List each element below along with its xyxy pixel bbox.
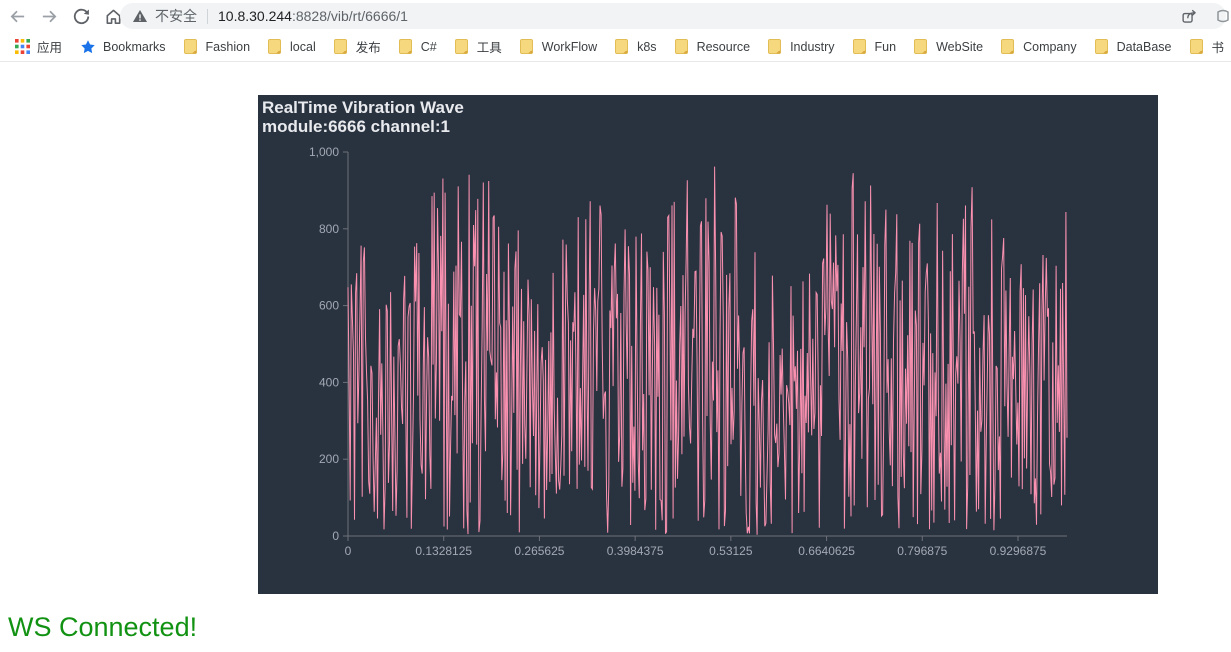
folder-icon xyxy=(398,38,414,55)
not-secure-warning-icon xyxy=(132,10,148,22)
apps-grid-icon xyxy=(15,39,30,54)
url-path: :8828/vib/rt/6666/1 xyxy=(291,8,408,24)
bookmark-folder-工具[interactable]: 工具 xyxy=(446,34,511,59)
bookmark-folder-label: 发布 xyxy=(355,41,381,55)
folder-icon xyxy=(454,38,470,55)
svg-text:200: 200 xyxy=(319,452,339,466)
waveform-line xyxy=(347,166,1068,535)
bookmark-folder-发布[interactable]: 发布 xyxy=(325,34,390,59)
bookmark-folder-Company[interactable]: Company xyxy=(992,36,1086,58)
folder-icon xyxy=(183,38,199,55)
omnibox-divider xyxy=(207,8,208,24)
bookmark-folder-Fashion[interactable]: Fashion xyxy=(175,36,259,58)
folder-icon xyxy=(333,38,349,55)
bookmark-folder-WorkFlow[interactable]: WorkFlow xyxy=(511,36,606,58)
share-button[interactable] xyxy=(1181,8,1198,28)
bookmark-folder-Resource[interactable]: Resource xyxy=(666,36,760,58)
browser-toolbar: 不安全 10.8.30.244:8828/vib/rt/6666/1 xyxy=(0,0,1231,32)
forward-button[interactable] xyxy=(38,5,60,27)
share-icon xyxy=(1182,9,1196,23)
apps-shortcut[interactable]: 应用 xyxy=(6,34,71,59)
bookmark-folder-Fun[interactable]: Fun xyxy=(844,36,906,58)
svg-text:0.53125: 0.53125 xyxy=(709,544,753,558)
folder-icon xyxy=(1001,38,1016,55)
svg-text:0: 0 xyxy=(345,544,352,558)
bookmark-folder-Industry[interactable]: Industry xyxy=(759,36,843,58)
bookmark-folder-k8s[interactable]: k8s xyxy=(606,36,665,58)
svg-text:0.6640625: 0.6640625 xyxy=(798,544,855,558)
bookmarks-bar: 应用 Bookmarks Fashion local 发布 C# 工具 Work… xyxy=(0,32,1231,62)
refresh-button[interactable] xyxy=(70,5,92,27)
back-button[interactable] xyxy=(6,5,28,27)
bookmark-folder-label: Fashion xyxy=(205,39,251,54)
svg-text:600: 600 xyxy=(319,299,339,313)
folder-icon xyxy=(852,38,868,55)
star-icon xyxy=(80,39,96,55)
back-arrow-icon xyxy=(10,10,24,22)
bookmark-label: Bookmarks xyxy=(103,39,166,54)
folder-icon xyxy=(268,38,283,55)
refresh-icon xyxy=(73,8,89,24)
vibration-chart-panel: 0 200 400 600 800 1,000 0 0.1328125 0.265625 0.39… xyxy=(258,95,1158,594)
svg-text:0.265625: 0.265625 xyxy=(514,544,564,558)
svg-text:400: 400 xyxy=(319,375,339,389)
bookmark-folder-label: 工具 xyxy=(476,41,502,55)
svg-text:0.3984375: 0.3984375 xyxy=(607,544,664,558)
bookmark-folder-WebSite[interactable]: WebSite xyxy=(905,36,992,58)
svg-text:0.796875: 0.796875 xyxy=(897,544,947,558)
chart-title: RealTime Vibration Wave xyxy=(262,98,464,117)
bookmark-folder-label: Resource xyxy=(696,39,751,54)
bookmark-item-bookmarks[interactable]: Bookmarks xyxy=(71,36,175,58)
bookmark-folder-label: 书 xyxy=(1211,41,1225,55)
address-bar[interactable]: 不安全 10.8.30.244:8828/vib/rt/6666/1 xyxy=(120,3,1229,29)
bookmark-folder-label: Fun xyxy=(874,39,897,54)
folder-icon xyxy=(519,38,535,55)
apps-label: 应用 xyxy=(37,41,63,55)
vibration-waveform-chart: 0 200 400 600 800 1,000 0 0.1328125 0.265625 0.39… xyxy=(309,145,1068,558)
folder-icon xyxy=(615,38,630,55)
bookmark-folder-label: Industry xyxy=(790,39,835,54)
url-host: 10.8.30.244 xyxy=(218,8,292,24)
bookmark-folder-label: WorkFlow xyxy=(541,39,598,54)
svg-text:800: 800 xyxy=(319,222,339,236)
folder-icon xyxy=(1094,38,1110,55)
svg-text:0: 0 xyxy=(332,529,339,543)
svg-text:1,000: 1,000 xyxy=(309,145,339,159)
svg-text:0.9296875: 0.9296875 xyxy=(990,544,1047,558)
forward-arrow-icon xyxy=(42,10,56,22)
svg-text:0.1328125: 0.1328125 xyxy=(415,544,472,558)
chart-title-block: RealTime Vibration Wave module:6666 chan… xyxy=(262,98,464,136)
bookmark-folder-label: local xyxy=(290,39,316,54)
bookmark-folder-C#[interactable]: C# xyxy=(390,36,446,58)
bookmark-folder-label: k8s xyxy=(637,39,657,54)
folder-icon xyxy=(914,38,929,55)
bookmark-folder-label: Company xyxy=(1023,39,1077,54)
bookmark-folder-DataBase[interactable]: DataBase xyxy=(1086,36,1181,58)
bookmark-folder-label: C# xyxy=(420,39,437,54)
bookmark-folder-label: DataBase xyxy=(1116,39,1172,54)
folder-icon xyxy=(1189,38,1205,55)
bookmark-folder-label: WebSite xyxy=(936,39,984,54)
chart-subtitle: module:6666 channel:1 xyxy=(262,117,451,136)
clipped-toolbar-icon[interactable] xyxy=(1216,9,1230,26)
folder-icon xyxy=(674,38,690,55)
folder-icon xyxy=(768,38,783,55)
security-label: 不安全 xyxy=(155,8,197,24)
bookmark-folder-书[interactable]: 书 xyxy=(1181,34,1231,59)
bookmark-folder-local[interactable]: local xyxy=(259,36,325,58)
ws-status-text: WS Connected! xyxy=(8,612,198,642)
